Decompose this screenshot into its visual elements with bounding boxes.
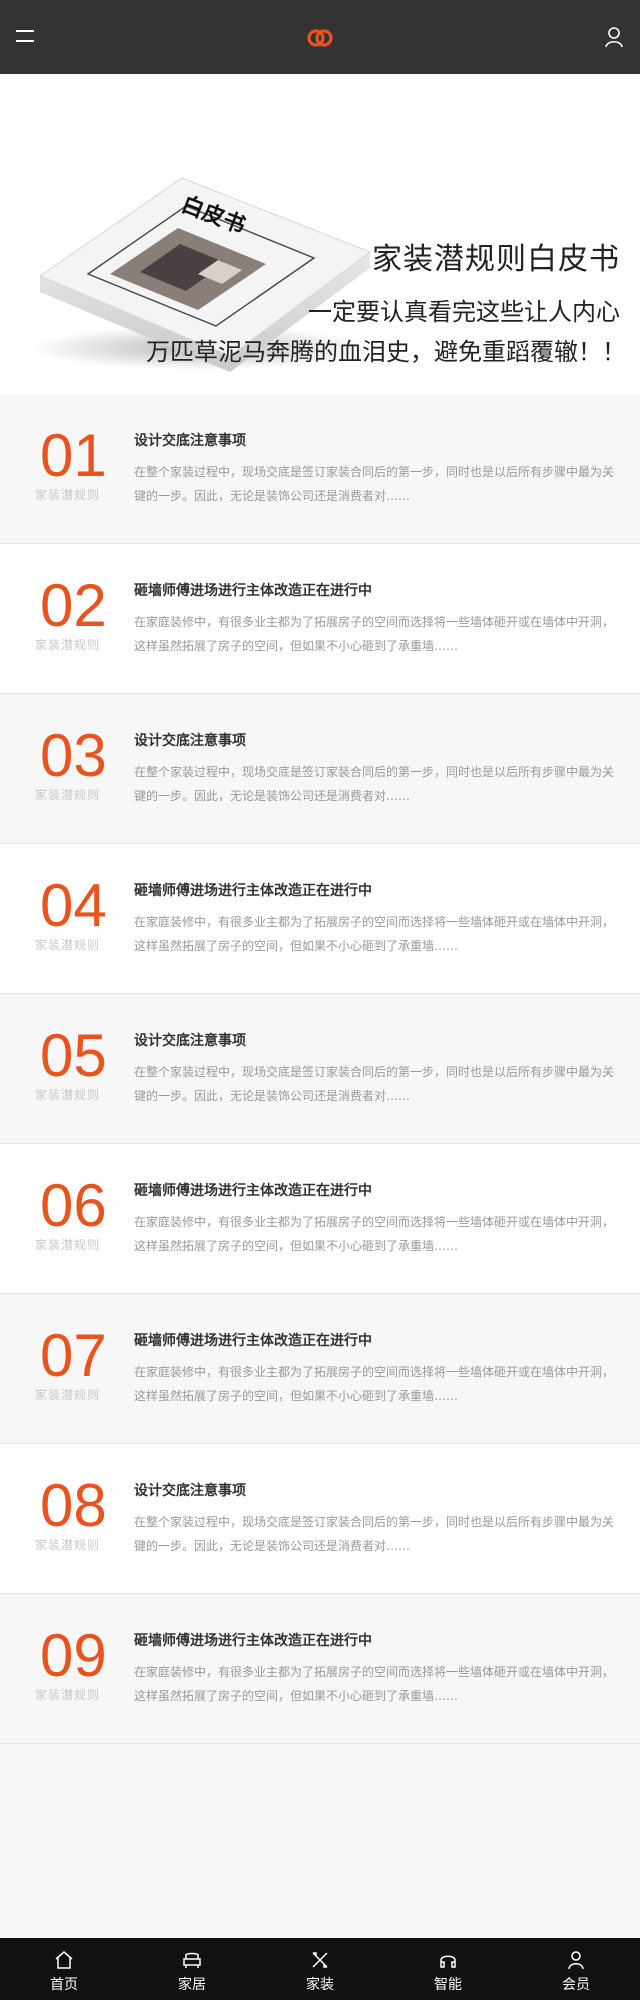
hero-banner: 白皮书 家装潜规则白皮书 一定要认真看完这些让人内心 万匹草泥马奔腾的血泪史，避…: [0, 74, 640, 394]
item-description: 在家庭装修中，有很多业主都为了拓展房子的空间而选择将一些墙体砸开或在墙体中开洞，…: [134, 1665, 615, 1703]
item-description: 在整个家装过程中，现场交底是签订家装合同后的第一步，同时也是以后所有步骤中最为关…: [134, 465, 615, 503]
item-description: 在家庭装修中，有很多业主都为了拓展房子的空间而选择将一些墙体砸开或在墙体中开洞，…: [134, 1365, 615, 1403]
item-title[interactable]: 设计交底注意事项: [134, 1480, 246, 1500]
top-header: [0, 0, 640, 74]
item-number: 06: [40, 1172, 107, 1239]
item-title[interactable]: 砸墙师傅进场进行主体改造正在进行中: [134, 1330, 372, 1350]
nav-label: 会员: [562, 1977, 590, 1993]
item-number-subtitle: 家装潜规则: [35, 1538, 101, 1552]
list-item[interactable]: 03 家装潜规则 设计交底注意事项 在整个家装过程中，现场交底是签订家装合同后的…: [0, 694, 640, 844]
nav-label: 家装: [306, 1977, 334, 1993]
hero-title: 家装潜规则白皮书: [372, 242, 620, 277]
user-icon: [568, 1951, 584, 1970]
item-number: 05: [40, 1022, 107, 1089]
item-number: 01: [40, 422, 107, 489]
list-item[interactable]: 05 家装潜规则 设计交底注意事项 在整个家装过程中，现场交底是签订家装合同后的…: [0, 994, 640, 1144]
item-number: 04: [40, 872, 107, 939]
nav-label: 智能: [434, 1977, 462, 1993]
item-description: 在家庭装修中，有很多业主都为了拓展房子的空间而选择将一些墙体砸开或在墙体中开洞，…: [134, 615, 615, 653]
list-item[interactable]: 08 家装潜规则 设计交底注意事项 在整个家装过程中，现场交底是签订家装合同后的…: [0, 1444, 640, 1594]
nav-item-home[interactable]: 首页: [0, 1938, 128, 2000]
item-description: 在家庭装修中，有很多业主都为了拓展房子的空间而选择将一些墙体砸开或在墙体中开洞，…: [134, 915, 615, 953]
item-description: 在整个家装过程中，现场交底是签订家装合同后的第一步，同时也是以后所有步骤中最为关…: [134, 765, 615, 803]
item-number-subtitle: 家装潜规则: [35, 488, 101, 502]
item-number-subtitle: 家装潜规则: [35, 1088, 101, 1102]
logo-icon[interactable]: [304, 22, 336, 54]
nav-item-furniture[interactable]: 家居: [128, 1938, 256, 2000]
tools-icon: [312, 1952, 328, 1968]
headset-icon: [440, 1955, 456, 1968]
item-number: 08: [40, 1472, 107, 1539]
list-item[interactable]: 02 家装潜规则 砸墙师傅进场进行主体改造正在进行中 在家庭装修中，有很多业主都…: [0, 544, 640, 694]
list-item[interactable]: 06 家装潜规则 砸墙师傅进场进行主体改造正在进行中 在家庭装修中，有很多业主都…: [0, 1144, 640, 1294]
item-number-subtitle: 家装潜规则: [35, 938, 101, 952]
hero-subtitle-line2: 万匹草泥马奔腾的血泪史，避免重蹈覆辙！！: [146, 338, 626, 366]
item-number: 02: [40, 572, 107, 639]
list-item[interactable]: 07 家装潜规则 砸墙师傅进场进行主体改造正在进行中 在家庭装修中，有很多业主都…: [0, 1294, 640, 1444]
item-description: 在家庭装修中，有很多业主都为了拓展房子的空间而选择将一些墙体砸开或在墙体中开洞，…: [134, 1215, 615, 1253]
item-number-subtitle: 家装潜规则: [35, 1238, 101, 1252]
item-number: 07: [40, 1322, 107, 1389]
home-icon: [55, 1951, 73, 1969]
list-item[interactable]: 04 家装潜规则 砸墙师傅进场进行主体改造正在进行中 在家庭装修中，有很多业主都…: [0, 844, 640, 994]
item-description: 在整个家装过程中，现场交底是签订家装合同后的第一步，同时也是以后所有步骤中最为关…: [134, 1515, 615, 1553]
item-title[interactable]: 砸墙师傅进场进行主体改造正在进行中: [134, 1630, 372, 1650]
user-icon[interactable]: [604, 26, 624, 48]
list-item[interactable]: 09 家装潜规则 砸墙师傅进场进行主体改造正在进行中 在家庭装修中，有很多业主都…: [0, 1594, 640, 1744]
item-title[interactable]: 设计交底注意事项: [134, 430, 246, 450]
nav-item-smart[interactable]: 智能: [384, 1938, 512, 2000]
hamburger-menu-icon[interactable]: [16, 28, 34, 44]
item-number-subtitle: 家装潜规则: [35, 1388, 101, 1402]
nav-item-decoration[interactable]: 家装: [256, 1938, 384, 2000]
item-number-subtitle: 家装潜规则: [35, 788, 101, 802]
item-title[interactable]: 砸墙师傅进场进行主体改造正在进行中: [134, 1180, 372, 1200]
hero-subtitle-line1: 一定要认真看完这些让人内心: [308, 298, 620, 326]
item-number: 09: [40, 1622, 107, 1689]
item-description: 在整个家装过程中，现场交底是签订家装合同后的第一步，同时也是以后所有步骤中最为关…: [134, 1065, 615, 1103]
item-title[interactable]: 设计交底注意事项: [134, 1030, 246, 1050]
item-number-subtitle: 家装潜规则: [35, 1688, 101, 1702]
list-item[interactable]: 01 家装潜规则 设计交底注意事项 在整个家装过程中，现场交底是签订家装合同后的…: [0, 394, 640, 544]
nav-label: 首页: [50, 1977, 78, 1993]
article-list: 01 家装潜规则 设计交底注意事项 在整个家装过程中，现场交底是签订家装合同后的…: [0, 394, 640, 1744]
item-number: 03: [40, 722, 107, 789]
bottom-nav: 首页 家居 家装 智能 会员: [0, 1938, 640, 2000]
item-title[interactable]: 砸墙师傅进场进行主体改造正在进行中: [134, 580, 372, 600]
sofa-icon: [183, 1952, 201, 1968]
item-title[interactable]: 设计交底注意事项: [134, 730, 246, 750]
nav-item-member[interactable]: 会员: [512, 1938, 640, 2000]
item-number-subtitle: 家装潜规则: [35, 638, 101, 652]
nav-label: 家居: [178, 1977, 206, 1993]
item-title[interactable]: 砸墙师傅进场进行主体改造正在进行中: [134, 880, 372, 900]
